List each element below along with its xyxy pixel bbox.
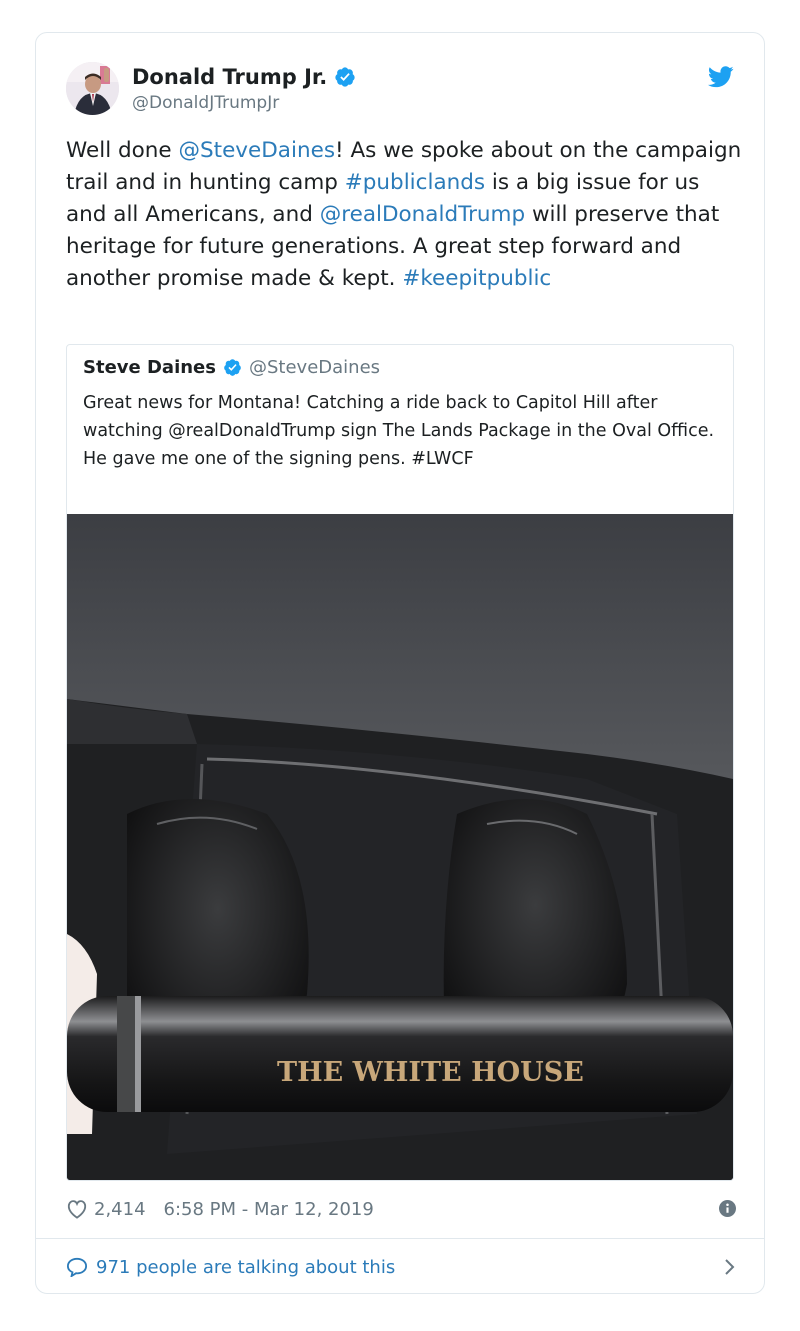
pen-engraving: THE WHITE HOUSE	[277, 1057, 584, 1088]
info-icon[interactable]	[719, 1200, 736, 1217]
hashtag-link[interactable]: #publiclands	[345, 170, 485, 195]
quoted-author-name[interactable]: Steve Daines	[83, 357, 216, 378]
author-name[interactable]: Donald Trump Jr.	[132, 65, 327, 89]
chevron-right-icon[interactable]	[724, 1258, 736, 1276]
conversation-link[interactable]: 971 people are talking about this	[66, 1252, 736, 1282]
quoted-author-handle[interactable]: @SteveDaines	[249, 357, 380, 378]
tweet-text-segment: Well done	[66, 138, 179, 163]
quoted-tweet-text: Great news for Montana! Catching a ride …	[83, 393, 715, 469]
tweet-footer: 2,414 6:58 PM - Mar 12, 2019	[66, 1195, 736, 1223]
embedded-tweet-card: Donald Trump Jr. @DonaldJTrumpJr Well do…	[35, 32, 765, 1294]
quoted-tweet-header: Steve Daines @SteveDaines	[83, 357, 380, 378]
author-avatar[interactable]	[66, 62, 119, 115]
like-count[interactable]: 2,414	[94, 1199, 146, 1220]
tweet-text: Well done @SteveDaines! As we spoke abou…	[66, 135, 746, 295]
heart-icon[interactable]	[66, 1199, 88, 1219]
author-name-row[interactable]: Donald Trump Jr.	[132, 65, 356, 89]
quoted-tweet-photo[interactable]: THE WHITE HOUSE	[67, 514, 733, 1180]
twitter-bird-icon[interactable]	[708, 66, 734, 88]
mention-link[interactable]: @realDonaldTrump	[320, 202, 525, 227]
verified-badge-icon	[335, 67, 355, 87]
author-handle[interactable]: @DonaldJTrumpJr	[132, 93, 279, 113]
tweet-timestamp[interactable]: 6:58 PM - Mar 12, 2019	[164, 1199, 374, 1220]
speech-bubble-icon	[66, 1257, 88, 1277]
quoted-tweet[interactable]: Steve Daines @SteveDaines Great news for…	[66, 344, 734, 1181]
hashtag-link[interactable]: #keepitpublic	[402, 266, 551, 291]
verified-badge-icon	[224, 359, 241, 376]
mention-link[interactable]: @SteveDaines	[179, 138, 336, 163]
footer-divider	[36, 1238, 764, 1239]
talking-count-text[interactable]: 971 people are talking about this	[96, 1257, 395, 1278]
